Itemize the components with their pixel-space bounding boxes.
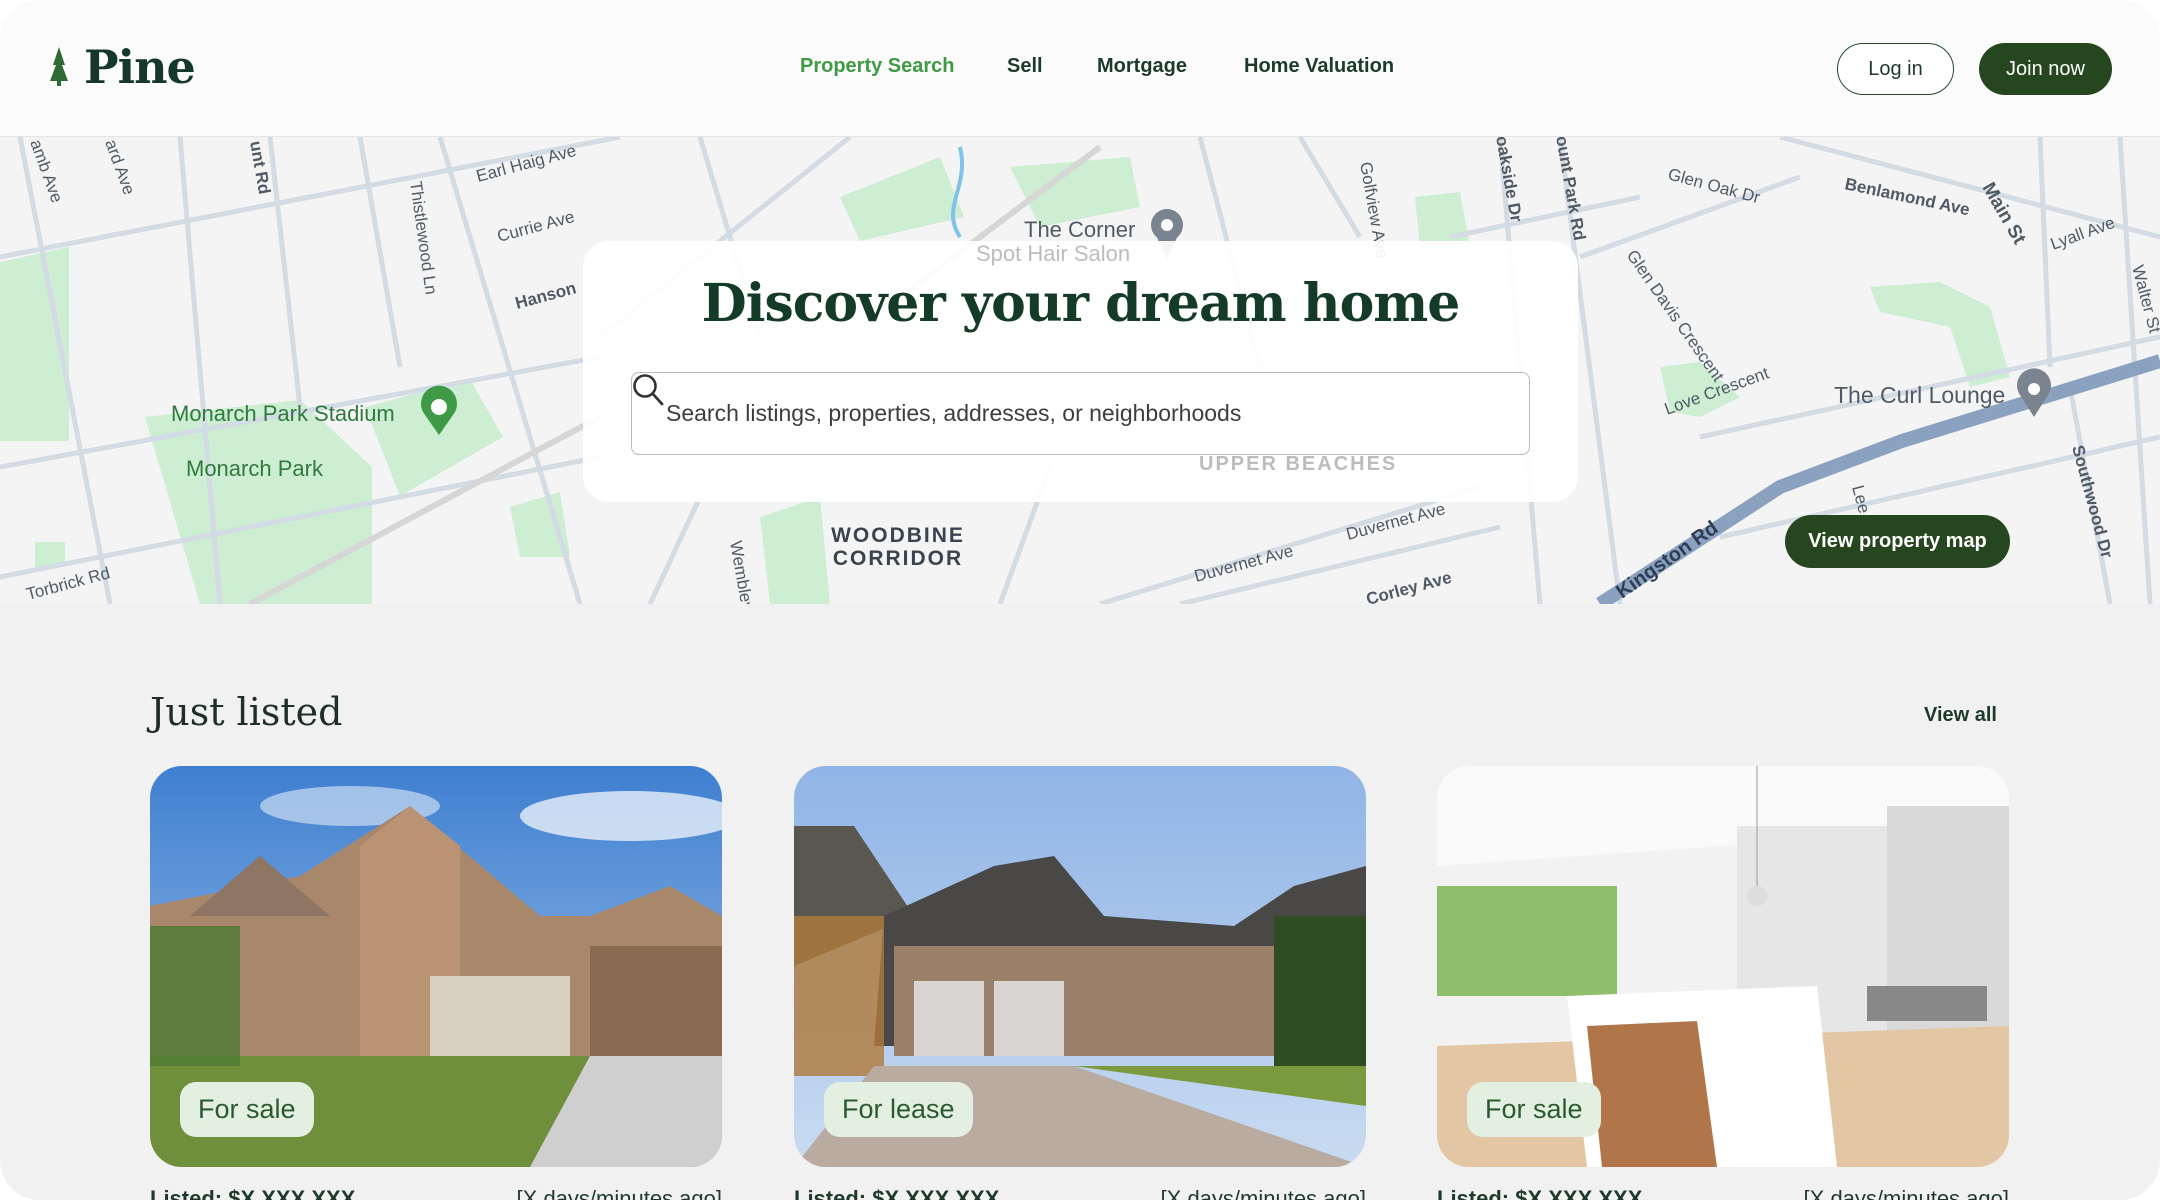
creek (950, 146, 965, 239)
map-label: ount Park Rd (1552, 137, 1589, 242)
map-label: WOODBINE (831, 524, 965, 547)
map-label: Hanson (513, 278, 578, 312)
logo[interactable]: Pine (48, 40, 196, 94)
map-label: Corley Ave (1364, 568, 1453, 604)
map-label: ard Ave (101, 137, 138, 197)
listing-status-badge: For sale (1467, 1082, 1601, 1137)
map-label: Earl Haig Ave (474, 141, 578, 186)
search-field[interactable] (631, 372, 1530, 455)
listing-photo[interactable]: For sale (150, 766, 722, 1167)
view-property-map-button[interactable]: View property map (1785, 515, 2010, 568)
map-label: CORRIDOR (833, 547, 963, 570)
map-label: Lee (1848, 483, 1874, 515)
listing-card[interactable]: For lease Listed: $X,XXX,XXX [X days/minu… (794, 766, 1366, 1200)
join-now-button[interactable]: Join now (1979, 43, 2112, 95)
page: Pine Property Search Sell Mortgage Home … (0, 0, 2160, 1200)
search-input[interactable] (666, 400, 1466, 427)
brand-name: Pine (84, 40, 196, 94)
map-label: The Corner (1024, 217, 1135, 242)
map-label: Southwood Dr (2068, 443, 2117, 560)
nav-sell[interactable]: Sell (1007, 55, 1043, 78)
pine-tree-icon (50, 47, 68, 86)
map-background[interactable]: amb Ave ard Ave unt Rd Earl Haig Ave Cur… (0, 137, 2160, 604)
nav-home-valuation[interactable]: Home Valuation (1244, 55, 1394, 78)
login-button[interactable]: Log in (1837, 43, 1954, 95)
listing-card[interactable]: For sale Listed: $X,XXX,XXX [X days/minut… (150, 766, 722, 1200)
map-label: Main St (1978, 179, 2030, 249)
map-label: Duvernet Ave (1344, 499, 1447, 544)
listing-photo[interactable]: For lease (794, 766, 1366, 1167)
map-label: Glen Davis Crescent (1623, 246, 1728, 385)
map-label: Currie Ave (495, 207, 576, 246)
map-label: Monarch Park Stadium (171, 401, 395, 426)
listing-card[interactable]: For sale Listed: $X,XXX,XXX [X days/minut… (1437, 766, 2009, 1200)
map-label: Thistlewood Ln (406, 180, 441, 296)
map-label: Monarch Park (186, 456, 324, 481)
section-title: Just listed (150, 690, 343, 734)
view-all-link[interactable]: View all (1924, 704, 1997, 727)
listing-price: Listed: $X,XXX,XXX (1437, 1186, 1643, 1200)
hero-title: Discover your dream home (701, 273, 1461, 334)
listing-time: [X days/minutes ago] (516, 1186, 722, 1200)
map-label: oakside Dr (1492, 137, 1526, 224)
map-label: Glen Oak Dr (1666, 165, 1762, 208)
map-label: The Curl Lounge (1834, 382, 2005, 408)
listing-price: Listed: $X,XXX,XXX (150, 1186, 356, 1200)
hero-search-card: Discover your dream home (583, 241, 1578, 502)
header: Pine Property Search Sell Mortgage Home … (0, 0, 2160, 137)
listing-time: [X days/minutes ago] (1803, 1186, 2009, 1200)
listing-photo[interactable]: For sale (1437, 766, 2009, 1167)
map-label: Wembley (726, 539, 757, 604)
listing-price: Listed: $X,XXX,XXX (794, 1186, 1000, 1200)
search-icon (633, 374, 664, 406)
listing-time: [X days/minutes ago] (1160, 1186, 1366, 1200)
listing-status-badge: For sale (180, 1082, 314, 1137)
nav-property-search[interactable]: Property Search (800, 55, 955, 78)
listing-status-badge: For lease (824, 1082, 973, 1137)
nav-mortgage[interactable]: Mortgage (1097, 55, 1187, 78)
map-label: Kingston Rd (1612, 517, 1722, 603)
